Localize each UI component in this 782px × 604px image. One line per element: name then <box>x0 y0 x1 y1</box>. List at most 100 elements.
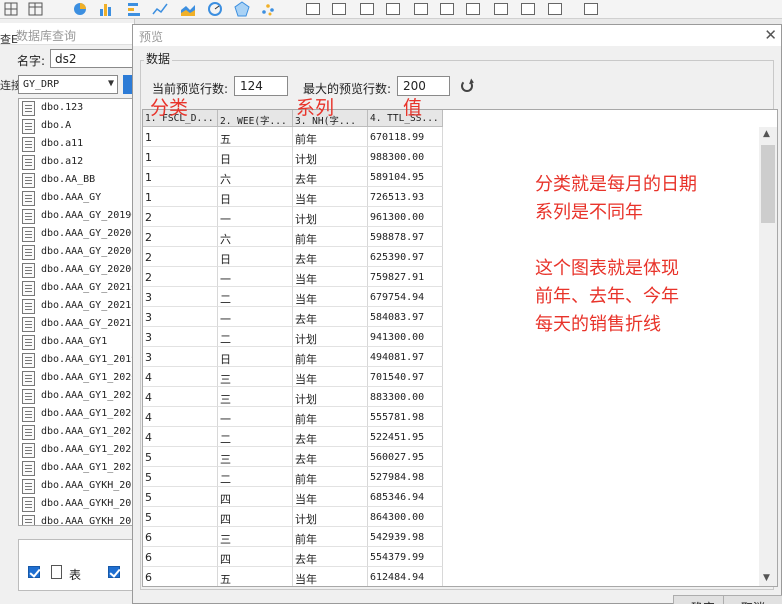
cancel-button[interactable]: 取消 <box>723 595 782 604</box>
table-list-item[interactable]: dbo.AAA_GYKH_202 <box>22 496 134 514</box>
table-cell: 6 <box>143 567 218 586</box>
scatter-icon[interactable] <box>260 1 276 17</box>
table-list-item-label: dbo.a12 <box>41 156 84 167</box>
table-list-item[interactable]: dbo.AAA_GY_20200 <box>22 262 134 280</box>
table-icon <box>22 155 35 170</box>
table-row[interactable]: 2 一当年 759827.91 <box>143 267 443 287</box>
bar-chart-icon[interactable] <box>98 1 114 17</box>
scroll-down-icon[interactable]: ▼ <box>763 573 770 583</box>
table-list-item[interactable]: dbo.AAA_GY_20210 <box>22 298 134 316</box>
view-checkbox[interactable] <box>108 566 120 578</box>
table-list-item[interactable]: dbo.AA_BB <box>22 172 134 190</box>
annotation-line-6: 每天的销售折线 <box>535 314 661 335</box>
table-list-item[interactable]: dbo.AAA_GY_20190 <box>22 208 134 226</box>
table-row[interactable]: 1 日计划 988300.00 <box>143 147 443 167</box>
scroll-up-icon[interactable]: ▲ <box>763 129 770 139</box>
table-row[interactable]: 5 四计划 864300.00 <box>143 507 443 527</box>
table-icon <box>22 137 35 152</box>
vertical-scrollbar[interactable]: ▲ ▼ <box>759 127 777 586</box>
table-list-item[interactable]: dbo.a11 <box>22 136 134 154</box>
table-icon <box>22 407 35 422</box>
table-row[interactable]: 1 六去年 589104.95 <box>143 167 443 187</box>
combobox-widget-icon[interactable] <box>386 3 400 15</box>
table-list-item[interactable]: dbo.AAA_GY <box>22 190 134 208</box>
name-input[interactable]: ds2 <box>50 49 134 68</box>
table-row[interactable]: 4 二去年 522451.95 <box>143 427 443 447</box>
table-list-item[interactable]: dbo.AAA_GY1_2021 <box>22 442 134 460</box>
pie-chart-icon[interactable] <box>72 1 88 17</box>
list-widget-icon[interactable] <box>414 3 428 15</box>
table-row[interactable]: 2 一计划 961300.00 <box>143 207 443 227</box>
table-row[interactable]: 1 五前年 670118.99 <box>143 127 443 147</box>
scrollbar-thumb[interactable] <box>761 145 775 223</box>
table-row[interactable]: 3 二计划 941300.00 <box>143 327 443 347</box>
table-icon <box>22 191 35 206</box>
table-row[interactable]: 4 三计划 883300.00 <box>143 387 443 407</box>
table-list-item[interactable]: dbo.AAA_GYKH_202 <box>22 514 134 525</box>
table-list-item[interactable]: dbo.AAA_GY1_2020 <box>22 388 134 406</box>
area-chart-icon[interactable] <box>180 1 196 17</box>
table-list-item[interactable]: dbo.a12 <box>22 154 134 172</box>
current-rows-input[interactable]: 124 <box>234 76 288 96</box>
close-icon[interactable]: ✕ <box>764 26 777 44</box>
table-checkbox[interactable] <box>28 566 40 578</box>
radio-group-icon[interactable] <box>548 3 562 15</box>
table-list-item-label: dbo.AA_BB <box>41 174 96 185</box>
table-row[interactable]: 6 三前年 542939.98 <box>143 527 443 547</box>
table-row[interactable]: 4 三当年 701540.97 <box>143 367 443 387</box>
table-cell: 一 <box>218 207 293 227</box>
table-list-item[interactable]: dbo.AAA_GY_20210 <box>22 280 134 298</box>
gauge-icon[interactable] <box>207 1 223 17</box>
hbar-chart-icon[interactable] <box>126 1 142 17</box>
table-row[interactable]: 3 一去年 584083.97 <box>143 307 443 327</box>
table-icon[interactable] <box>28 1 44 17</box>
table-row[interactable]: 3 日前年 494081.97 <box>143 347 443 367</box>
table-icon <box>22 461 35 476</box>
left-dialog-titlebar: 数据库查询 <box>0 23 134 45</box>
table-list-item[interactable]: dbo.AAA_GY_20210 <box>22 316 134 334</box>
table-list-item[interactable]: dbo.AAA_GY1 <box>22 334 134 352</box>
line-chart-icon[interactable] <box>152 1 168 17</box>
table-row[interactable]: 5 二前年 527984.98 <box>143 467 443 487</box>
label-widget-icon[interactable] <box>332 3 346 15</box>
table-row[interactable]: 5 四当年 685346.94 <box>143 487 443 507</box>
table-list-item[interactable]: dbo.AAA_GY_20200 <box>22 226 134 244</box>
table-cell: 前年 <box>293 467 368 487</box>
table-cell: 日 <box>218 147 293 167</box>
table-row[interactable]: 3 二当年 679754.94 <box>143 287 443 307</box>
table-row[interactable]: 2 日去年 625390.97 <box>143 247 443 267</box>
column-header[interactable]: 2. WEE(字... <box>218 110 293 127</box>
refresh-icon[interactable] <box>461 80 473 92</box>
table-row[interactable]: 4 一前年 555781.98 <box>143 407 443 427</box>
table-cell: 日 <box>218 247 293 267</box>
table-list-item[interactable]: dbo.123 <box>22 100 134 118</box>
table-list-item[interactable]: dbo.AAA_GY1_2020 <box>22 424 135 442</box>
table-cell: 941300.00 <box>368 327 443 347</box>
search-widget-icon[interactable] <box>584 3 598 15</box>
table-list-item[interactable]: dbo.AAA_GYKH_202 <box>22 478 134 496</box>
number-widget-icon[interactable] <box>466 3 480 15</box>
table-row[interactable]: 5 三去年 560027.95 <box>143 447 443 467</box>
table-list[interactable]: dbo.123 dbo.A dbo.a11 dbo.a12 dbo.AA_BB dbo.A… <box>18 98 135 526</box>
table-list-item[interactable]: dbo.AAA_GY_20200 <box>22 244 134 262</box>
table-list-item[interactable]: dbo.AAA_GY1_2020 <box>22 370 134 388</box>
database-select[interactable]: GY_DRP ▼ <box>18 75 118 94</box>
table-list-item[interactable]: dbo.AAA_GY1_2019 <box>22 352 134 370</box>
grid-icon[interactable] <box>4 1 20 17</box>
table-cell: 三 <box>218 527 293 547</box>
table-list-item[interactable]: dbo.A <box>22 118 134 136</box>
text-area-widget-icon[interactable] <box>494 3 508 15</box>
table-cell: 前年 <box>293 227 368 247</box>
table-row[interactable]: 6 五当年 612484.94 <box>143 567 443 586</box>
rect-widget-icon[interactable] <box>306 3 320 15</box>
checkbox-group-icon[interactable] <box>521 3 535 15</box>
radar-icon[interactable] <box>234 1 250 17</box>
table-list-item[interactable]: dbo.AAA_GY1_2021 <box>22 460 134 478</box>
table-row[interactable]: 1 日当年 726513.93 <box>143 187 443 207</box>
table-row[interactable]: 2 六前年 598878.97 <box>143 227 443 247</box>
table-list-item-label: dbo.AAA_GY1_2020 <box>41 426 135 437</box>
table-row[interactable]: 6 四去年 554379.99 <box>143 547 443 567</box>
textbox-widget-icon[interactable] <box>360 3 374 15</box>
table-list-item[interactable]: dbo.AAA_GY1_2020 <box>22 406 134 424</box>
grid-widget-icon[interactable] <box>440 3 454 15</box>
